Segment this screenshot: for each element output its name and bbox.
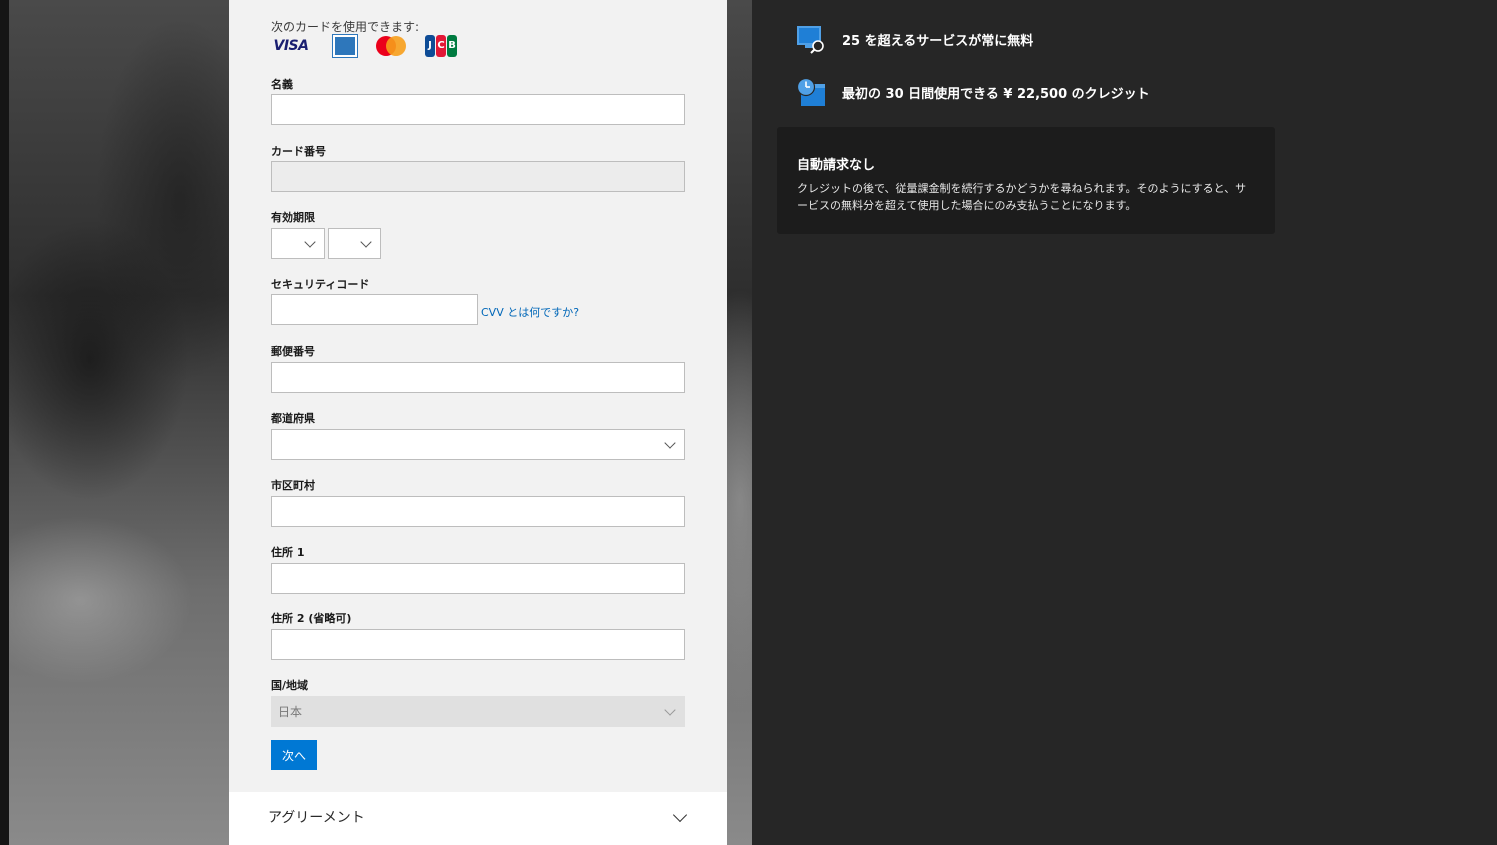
- chevron-down-icon: [664, 704, 676, 716]
- chevron-down-icon: [672, 807, 688, 823]
- chevron-down-icon: [664, 437, 676, 449]
- no-auto-charge-notice: 自動請求なし クレジットの後で、従量課金制を続行するかどうかを尋ねられます。その…: [777, 127, 1275, 234]
- notice-body: クレジットの後で、従量課金制を続行するかどうかを尋ねられます。そのようにすると、…: [797, 182, 1247, 212]
- visa-icon: VISA: [273, 38, 309, 54]
- country-select[interactable]: 日本: [271, 696, 685, 727]
- benefit-free-services: 25 を超えるサービスが常に無料: [796, 24, 1033, 54]
- expiry-label: 有効期限: [271, 211, 315, 224]
- benefits-panel: 25 を超えるサービスが常に無料 最初の 30 日間使用できる ¥ 22,500…: [752, 0, 1497, 845]
- clock-calendar-icon: [796, 77, 826, 107]
- city-input[interactable]: [271, 496, 685, 527]
- card-logos: VISA JCB: [271, 34, 461, 58]
- agreement-accordion[interactable]: アグリーメント: [229, 792, 727, 845]
- benefit-free-services-text: 25 を超えるサービスが常に無料: [842, 33, 1034, 49]
- address2-label: 住所 2 (省略可): [271, 612, 352, 625]
- mastercard-icon: [371, 34, 411, 58]
- next-button[interactable]: 次へ: [271, 740, 317, 770]
- postal-code-input[interactable]: [271, 362, 685, 393]
- country-label: 国/地域: [271, 679, 309, 692]
- security-code-label: セキュリティコード: [271, 278, 370, 291]
- address1-input[interactable]: [271, 563, 685, 594]
- cvv-help-link[interactable]: CVV とは何ですか?: [481, 304, 579, 320]
- chevron-down-icon: [304, 236, 316, 248]
- expiry-month-select[interactable]: [271, 228, 325, 259]
- prefecture-label: 都道府県: [271, 412, 315, 425]
- monitor-search-icon: [796, 24, 826, 54]
- notice-title: 自動請求なし: [797, 158, 876, 173]
- jcb-icon: JCB: [421, 34, 461, 58]
- security-code-input[interactable]: [271, 294, 478, 325]
- accepted-cards-label: 次のカードを使用できます:: [271, 20, 420, 34]
- name-label: 名義: [271, 78, 293, 91]
- card-number-input[interactable]: [271, 161, 685, 192]
- amex-icon: [321, 34, 361, 58]
- card-number-label: カード番号: [271, 145, 326, 158]
- window-edge: [0, 0, 9, 845]
- prefecture-select[interactable]: [271, 429, 685, 460]
- benefit-credit: 最初の 30 日間使用できる ¥ 22,500 のクレジット: [796, 77, 1150, 107]
- name-input[interactable]: [271, 94, 685, 125]
- payment-form: 次のカードを使用できます: VISA JCB 名義 カード番号 有効期限 セキュ…: [229, 0, 727, 792]
- agreement-label: アグリーメント: [268, 810, 365, 826]
- city-label: 市区町村: [271, 479, 315, 492]
- expiry-year-select[interactable]: [328, 228, 381, 259]
- postal-code-label: 郵便番号: [271, 345, 315, 358]
- benefit-credit-text: 最初の 30 日間使用できる ¥ 22,500 のクレジット: [842, 86, 1150, 102]
- country-value: 日本: [278, 705, 303, 719]
- address2-input[interactable]: [271, 629, 685, 660]
- chevron-down-icon: [360, 236, 372, 248]
- address1-label: 住所 1: [271, 546, 305, 559]
